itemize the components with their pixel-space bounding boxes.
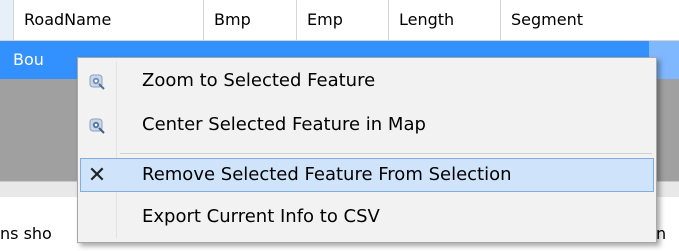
menu-item-center-selected[interactable]: Center Selected Feature in Map (80, 108, 654, 142)
menu-item-remove-from-selection[interactable]: ✕ Remove Selected Feature From Selection (80, 158, 654, 192)
status-text: ns sho (0, 224, 52, 243)
menu-item-zoom-to-selected[interactable]: Zoom to Selected Feature (80, 64, 654, 98)
zoom-feature-icon (86, 71, 108, 93)
menu-separator (120, 153, 652, 154)
column-header-emp[interactable]: Emp (297, 0, 389, 40)
column-header-segment[interactable]: Segment (501, 0, 679, 40)
context-menu: Zoom to Selected Feature Center Selected… (77, 57, 657, 243)
grid-header: RoadName Bmp Emp Length Segment (0, 0, 679, 41)
menu-item-export-csv[interactable]: Export Current Info to CSV (80, 200, 654, 234)
column-header-bmp[interactable]: Bmp (204, 0, 297, 40)
menu-item-label: Export Current Info to CSV (142, 206, 380, 227)
status-text-tail: n (656, 224, 667, 243)
column-header-roadname[interactable]: RoadName (14, 0, 204, 40)
column-header-length[interactable]: Length (389, 0, 501, 40)
menu-item-label: Remove Selected Feature From Selection (142, 164, 512, 185)
row-header-corner (0, 0, 14, 40)
center-feature-icon (86, 115, 108, 137)
menu-item-label: Center Selected Feature in Map (142, 114, 426, 135)
roadname-cell[interactable]: Bou (13, 41, 44, 79)
menu-item-label: Zoom to Selected Feature (142, 70, 376, 91)
remove-x-icon: ✕ (87, 163, 107, 188)
